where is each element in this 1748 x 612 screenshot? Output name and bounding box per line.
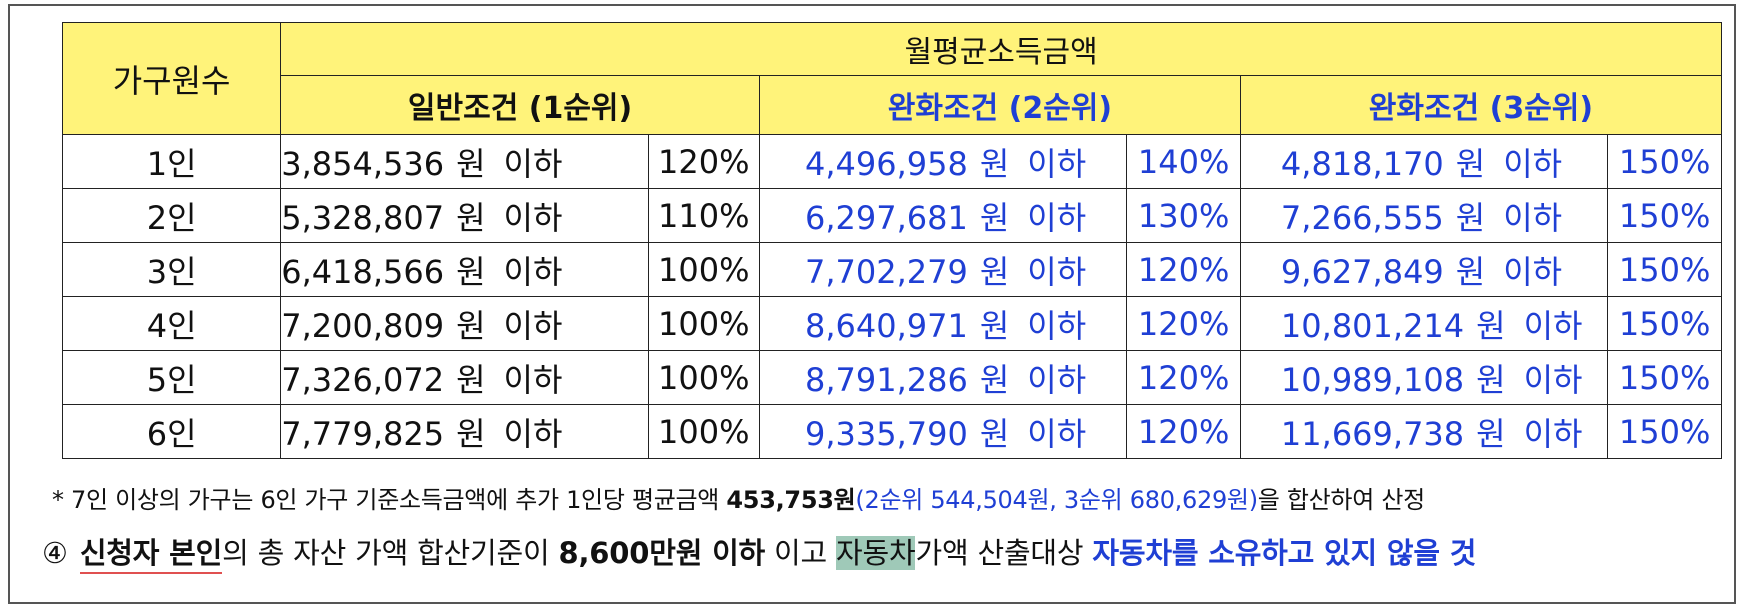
- footnote-paren: (2순위 544,504원, 3순위 680,629원): [855, 486, 1258, 514]
- condition-3-amount: 9,627,849 원 이하: [1239, 242, 1609, 297]
- header-monthly-income: 월평균소득금액: [280, 22, 1722, 76]
- condition-2-percent: 140%: [1126, 134, 1241, 189]
- footnote-prefix: * 7인 이상의 가구는 6인 가구 기준소득금액에 추가 1인당 평균금액: [52, 486, 727, 514]
- condition-1-percent: 100%: [647, 404, 760, 459]
- condition-3-percent: 150%: [1607, 134, 1722, 189]
- table-row: 2인 5,328,807 원 이하 110% 6,297,681 원 이하 130% 7,266,…: [61, 188, 1722, 243]
- condition-3-percent: 150%: [1607, 350, 1722, 405]
- footnote: * 7인 이상의 가구는 6인 가구 기준소득금액에 추가 1인당 평균금액 4…: [52, 480, 1748, 515]
- condition-2-amount: 4,496,958 원 이하: [758, 134, 1128, 189]
- header-household-count: 가구원수: [61, 22, 282, 135]
- table-row: 4인 7,200,809 원 이하 100% 8,640,971 원 이하 120% 10,801…: [61, 296, 1722, 351]
- condition-2-amount: 8,640,971 원 이하: [758, 296, 1128, 351]
- condition-1-percent: 100%: [647, 242, 760, 297]
- criteria-text-3: 가액 산출대상: [915, 536, 1093, 570]
- household-cell: 2인: [61, 188, 282, 243]
- condition-3-percent: 150%: [1607, 404, 1722, 459]
- household-cell: 5인: [61, 350, 282, 405]
- condition-2-percent: 120%: [1126, 242, 1241, 297]
- condition-3-percent: 150%: [1607, 242, 1722, 297]
- household-cell: 4인: [61, 296, 282, 351]
- condition-1-percent: 120%: [647, 134, 760, 189]
- condition-2-percent: 120%: [1126, 350, 1241, 405]
- header-condition-2: 완화조건 (2순위): [758, 75, 1241, 135]
- header-condition-1: 일반조건 (1순위): [280, 75, 760, 135]
- condition-3-amount: 10,801,214 원 이하: [1239, 296, 1609, 351]
- condition-2-amount: 7,702,279 원 이하: [758, 242, 1128, 297]
- condition-1-percent: 110%: [647, 188, 760, 243]
- criteria-car: 자동차: [836, 536, 916, 570]
- condition-1-amount: 6,418,566 원 이하: [280, 242, 649, 297]
- condition-1-percent: 100%: [647, 350, 760, 405]
- condition-3-amount: 7,266,555 원 이하: [1239, 188, 1609, 243]
- household-cell: 3인: [61, 242, 282, 297]
- footnote-suffix: 을 합산하여 산정: [1257, 486, 1425, 514]
- condition-1-amount: 7,326,072 원 이하: [280, 350, 649, 405]
- condition-2-amount: 9,335,790 원 이하: [758, 404, 1128, 459]
- condition-1-amount: 7,200,809 원 이하: [280, 296, 649, 351]
- condition-1-amount: 5,328,807 원 이하: [280, 188, 649, 243]
- table-row: 5인 7,326,072 원 이하 100% 8,791,286 원 이하 120% 10,989…: [61, 350, 1722, 405]
- condition-3-amount: 10,989,108 원 이하: [1239, 350, 1609, 405]
- condition-1-amount: 3,854,536 원 이하: [280, 134, 649, 189]
- criteria-text-2: 이고: [765, 536, 837, 570]
- condition-3-percent: 150%: [1607, 296, 1722, 351]
- household-cell: 1인: [61, 134, 282, 189]
- table-row: 3인 6,418,566 원 이하 100% 7,702,279 원 이하 120% 9,627,…: [61, 242, 1722, 297]
- criteria-marker: ④: [42, 536, 68, 570]
- criteria-text-1: 의 총 자산 가액 합산기준이: [222, 536, 559, 570]
- document-frame: 가구원수 월평균소득금액 일반조건 (1순위) 완화조건 (2순위) 완화조건 …: [8, 4, 1736, 604]
- table-row: 6인 7,779,825 원 이하 100% 9,335,790 원 이하 120% 11,669…: [61, 404, 1722, 459]
- criteria-limit: 8,600만원 이하: [558, 536, 766, 570]
- condition-2-amount: 6,297,681 원 이하: [758, 188, 1128, 243]
- condition-3-amount: 4,818,170 원 이하: [1239, 134, 1609, 189]
- asset-criteria: ④ 신청자 본인의 총 자산 가액 합산기준이 8,600만원 이하 이고 자동차…: [42, 530, 1742, 574]
- condition-1-percent: 100%: [647, 296, 760, 351]
- condition-1-amount: 7,779,825 원 이하: [280, 404, 649, 459]
- income-criteria-table: 가구원수 월평균소득금액 일반조건 (1순위) 완화조건 (2순위) 완화조건 …: [61, 22, 1723, 459]
- condition-2-percent: 120%: [1126, 404, 1241, 459]
- condition-2-percent: 120%: [1126, 296, 1241, 351]
- footnote-amount: 453,753원: [726, 486, 856, 514]
- condition-3-percent: 150%: [1607, 188, 1722, 243]
- condition-2-amount: 8,791,286 원 이하: [758, 350, 1128, 405]
- criteria-subject: 신청자 본인: [79, 536, 222, 574]
- household-cell: 6인: [61, 404, 282, 459]
- table-row: 1인 3,854,536 원 이하 120% 4,496,958 원 이하 140% 4,818,…: [61, 134, 1722, 189]
- header-condition-3: 완화조건 (3순위): [1239, 75, 1723, 135]
- condition-3-amount: 11,669,738 원 이하: [1239, 404, 1609, 459]
- condition-2-percent: 130%: [1126, 188, 1241, 243]
- criteria-condition: 자동차를 소유하고 있지 않을 것: [1092, 536, 1477, 570]
